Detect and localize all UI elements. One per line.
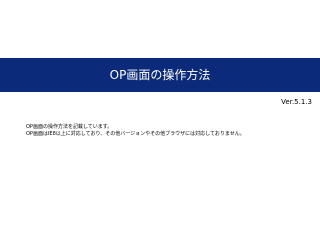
version-label: Ver.5.1.3 [281, 98, 312, 106]
body-line-2: OP画面はIE8以上に対応しており、その他バージョンやその他ブラウザには対応して… [26, 131, 245, 137]
body-line-1: OP画面の操作方法を記載しています。 [26, 124, 113, 130]
slide: OP画面の操作方法 Ver.5.1.3 OP画面の操作方法を記載しています。 O… [0, 0, 320, 240]
slide-title: OP画面の操作方法 [109, 68, 211, 82]
body-text: OP画面の操作方法を記載しています。 OP画面はIE8以上に対応しており、その他… [26, 124, 312, 138]
title-band: OP画面の操作方法 [0, 58, 320, 92]
